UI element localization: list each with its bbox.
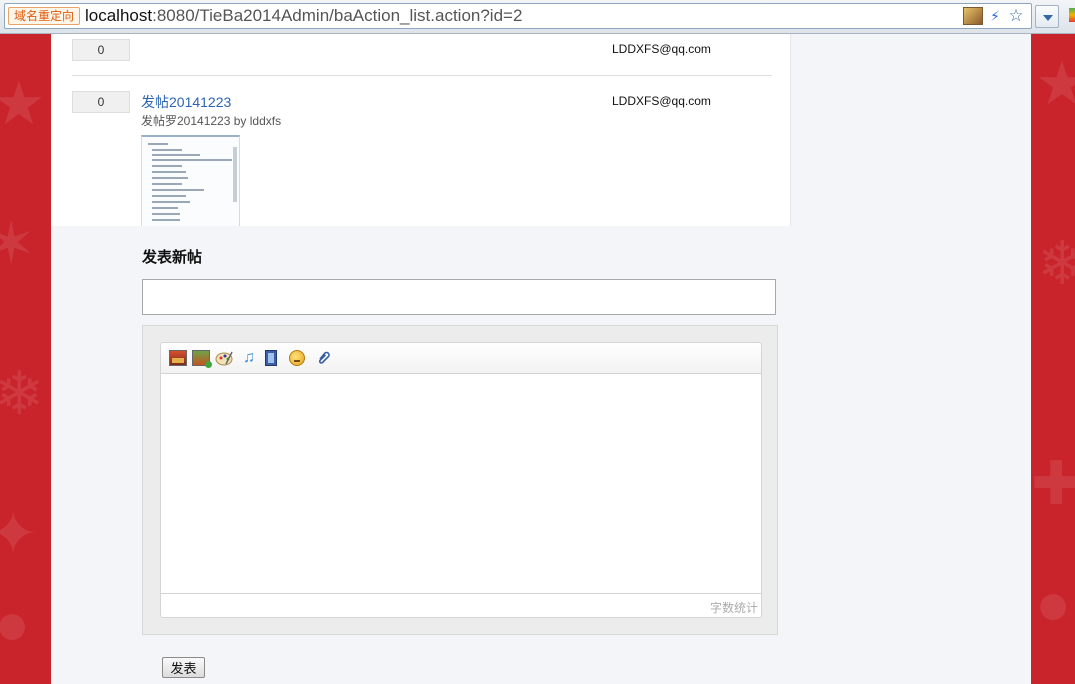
background-right-decoration: ★ ❄ ✚ ● xyxy=(1031,50,1075,637)
lightning-icon[interactable]: ⚡ xyxy=(989,8,1001,24)
address-icons: ⚡ ☆ xyxy=(963,7,1025,25)
post-title-link[interactable]: 发帖20141223 xyxy=(141,92,231,112)
attachment-icon[interactable] xyxy=(315,350,333,366)
editor-container: ♫ 字数统计 xyxy=(142,325,778,635)
reply-count: 0 xyxy=(72,91,130,113)
editor-toolbar: ♫ xyxy=(161,343,761,374)
image-icon[interactable] xyxy=(169,350,187,366)
post-subtitle: 发帖罗20141223 by lddxfs xyxy=(141,114,282,128)
new-post-heading: 发表新帖 xyxy=(142,248,203,266)
music-icon[interactable]: ♫ xyxy=(240,350,258,366)
word-count-label: 字数统计 xyxy=(709,601,758,615)
address-dropdown-button[interactable] xyxy=(1035,5,1059,28)
url-path: :8080/TieBa2014Admin/baAction_list.actio… xyxy=(152,6,523,25)
submit-post-button[interactable]: 发表 xyxy=(162,657,205,678)
extension-edge-icon xyxy=(1069,8,1075,22)
emotion-icon[interactable] xyxy=(289,350,305,366)
post-title-input[interactable] xyxy=(142,279,776,315)
background-left-decoration: ★ ✶ ❄ ✦ ● xyxy=(0,70,46,657)
redirect-badge[interactable]: 域名重定向 xyxy=(8,7,80,25)
post-thumbnail-image[interactable] xyxy=(141,135,240,226)
main-content: 0 LDDXFS@qq.com 0 发帖20141223 发帖罗20141223… xyxy=(51,34,1031,684)
extension-icon[interactable] xyxy=(963,7,983,25)
url-host: localhost xyxy=(85,6,153,25)
multi-image-icon[interactable] xyxy=(192,350,212,368)
reply-count: 0 xyxy=(72,39,130,61)
bookmark-star-icon[interactable]: ☆ xyxy=(1007,7,1025,25)
address-field[interactable]: 域名重定向 localhost:8080/TieBa2014Admin/baAc… xyxy=(4,3,1032,29)
post-row: 0 LDDXFS@qq.com xyxy=(72,34,772,76)
video-icon[interactable] xyxy=(265,350,277,366)
browser-address-bar: 域名重定向 localhost:8080/TieBa2014Admin/baAc… xyxy=(0,0,1075,34)
url-text[interactable]: localhost:8080/TieBa2014Admin/baAction_l… xyxy=(85,6,522,26)
editor-status-bar: 字数统计 xyxy=(161,593,761,617)
post-list: 0 LDDXFS@qq.com 0 发帖20141223 发帖罗20141223… xyxy=(51,34,791,226)
author-email: LDDXFS@qq.com xyxy=(612,94,711,108)
rich-text-editor: ♫ 字数统计 xyxy=(160,342,762,618)
post-row: 0 发帖20141223 发帖罗20141223 by lddxfs LDDXF… xyxy=(72,89,772,226)
editor-body[interactable] xyxy=(161,374,761,594)
scrawl-icon[interactable] xyxy=(215,350,233,366)
author-email: LDDXFS@qq.com xyxy=(612,42,711,56)
